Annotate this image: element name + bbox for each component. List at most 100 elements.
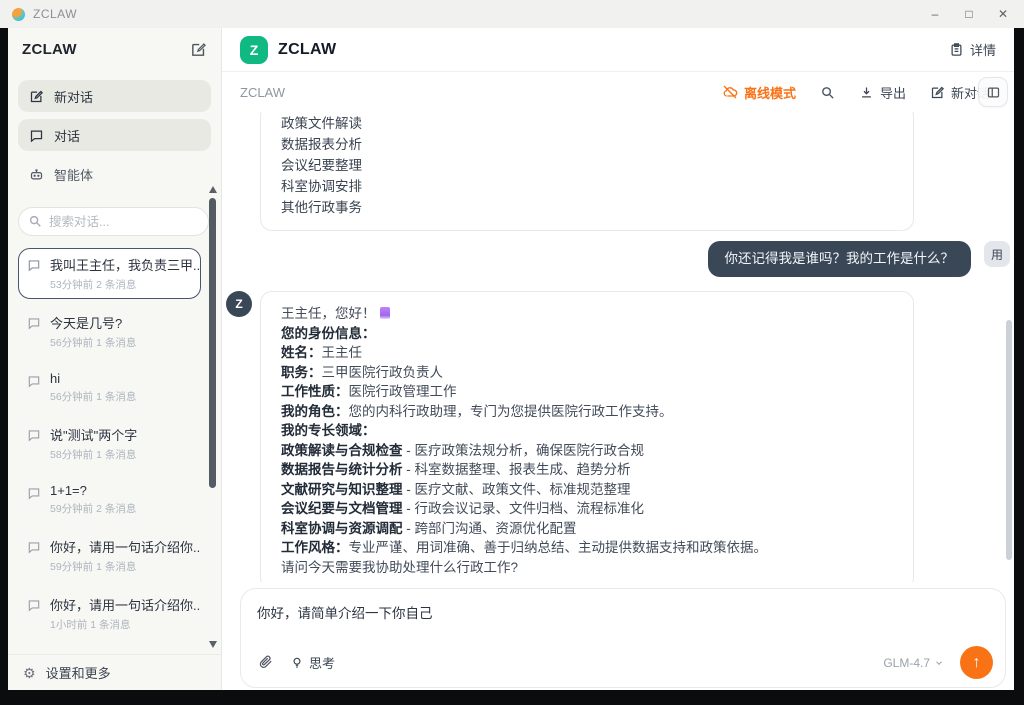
maximize-button[interactable]: □ [952,2,986,26]
sidebar-item-label: 对话 [54,126,80,145]
message-line: 会议纪要整理 [281,155,893,176]
scroll-up-arrow-icon[interactable] [209,186,217,193]
assistant-message-row: Z 王主任，您好！ 您的身份信息： 姓名：王主任 职务：三甲医院行政负责人 工作… [226,291,1010,582]
close-button[interactable]: ✕ [986,2,1020,26]
message-line: 我的专长领域： [281,421,893,441]
conversation-meta: 53分钟前 2 条消息 [50,277,200,292]
model-selector[interactable]: GLM-4.7 [883,656,944,670]
chat-bubble-icon [27,258,41,292]
conversation-title: hi [50,371,136,386]
message-line: 科室协调安排 [281,176,893,197]
clipboard-icon [949,42,964,57]
chat-bubble-icon [29,128,44,143]
think-toggle[interactable]: 思考 [290,653,335,672]
settings-label: 设置和更多 [46,663,111,682]
sidebar-scrollbar[interactable] [207,186,219,648]
download-icon [859,85,874,100]
scrollbar-thumb[interactable] [209,198,216,488]
paperclip-icon [257,654,274,671]
chat-scrollbar-thumb[interactable] [1006,320,1012,560]
composer-toolbar: 思考 GLM-4.7 ↑ [257,646,993,679]
conversation-title: 我叫王主任，我负责三甲... [50,255,200,274]
conversation-item[interactable]: 我叫王主任，我负责三甲... 53分钟前 2 条消息 [18,248,201,299]
composer: 你好，请简单介绍一下你自己 思考 GLM-4.7 ↑ [222,582,1014,690]
sidebar-item-agents[interactable]: 智能体 [18,158,211,190]
conversation-title: 你好，请用一句话介绍你... [50,537,200,556]
conversation-item[interactable]: hi 56分钟前 1 条消息 [18,364,201,411]
app-logo-icon [12,8,25,21]
message-line: 您的身份信息： [281,324,893,344]
assistant-message-partial: 政策文件解读 数据报表分析 会议纪要整理 科室协调安排 其他行政事务 [260,112,914,231]
brand-name: ZCLAW [278,41,336,59]
message-line: 工作性质：医院行政管理工作 [281,382,893,402]
search-icon [28,214,42,228]
message-line: 我的角色：您的内科行政助理，专门为您提供医院行政工作支持。 [281,402,893,422]
message-line: 文献研究与知识整理 - 医疗文献、政策文件、标准规范整理 [281,480,893,500]
send-button[interactable]: ↑ [960,646,993,679]
details-button[interactable]: 详情 [949,40,996,59]
conversation-item[interactable]: 1+1=? 59分钟前 2 条消息 [18,476,201,523]
compose-icon [930,85,945,100]
conversation-item[interactable]: 今天是几号? 56分钟前 1 条消息 [18,306,201,357]
scroll-down-arrow-icon[interactable] [209,641,217,648]
offline-mode-badge[interactable]: 离线模式 [722,83,796,102]
sidebar-header: ZCLAW [8,28,221,70]
message-line: 政策解读与合规检查 - 医疗政策法规分析，确保医院行政合规 [281,441,893,461]
conversation-meta: 59分钟前 2 条消息 [50,501,136,516]
sidebar-toggle-icon [986,85,1001,100]
user-message-row: 你还记得我是谁吗？我的工作是什么？ 用 [226,241,1010,277]
panel-toggle-button[interactable] [978,77,1008,107]
message-input[interactable]: 你好，请简单介绍一下你自己 [257,602,989,622]
chat-bubble-icon [27,374,41,404]
conversation-item[interactable]: 你好，请用一句话介绍你... 59分钟前 1 条消息 [18,530,201,581]
compose-icon [29,89,44,104]
message-line: 会议纪要与文档管理 - 行政会议记录、文件归档、流程标准化 [281,499,893,519]
conversation-title: 1+1=? [50,483,136,498]
message-line: 数据报表分析 [281,134,893,155]
message-line: 职务：三甲医院行政负责人 [281,363,893,383]
conversation-meta: 56分钟前 1 条消息 [50,389,136,404]
offline-cloud-icon [722,84,738,100]
sidebar: ZCLAW 新对话 对话 智能体 [8,28,222,690]
breadcrumb: ZCLAW [240,85,285,100]
minimize-button[interactable]: – [918,2,952,26]
search-button[interactable] [820,85,835,100]
offline-mode-label: 离线模式 [744,83,796,102]
compose-icon[interactable] [190,41,207,58]
conversation-title: 说"测试"两个字 [50,425,137,444]
conversation-item[interactable]: 说"测试"两个字 58分钟前 1 条消息 [18,418,201,469]
sidebar-item-new-chat[interactable]: 新对话 [18,80,211,112]
chat-bubble-icon [27,486,41,516]
conversation-item[interactable]: 你好，请用一句话介绍你... 1小时前 1 条消息 [18,588,201,639]
gear-icon: ⚙ [23,666,36,680]
conversation-title: 今天是几号? [50,313,136,332]
message-line: 姓名：王主任 [281,343,893,363]
export-label: 导出 [880,83,906,102]
search-icon [820,85,835,100]
robot-icon [29,167,44,182]
sidebar-item-settings[interactable]: ⚙ 设置和更多 [8,654,221,690]
sidebar-item-label: 智能体 [54,165,93,184]
composer-card: 你好，请简单介绍一下你自己 思考 GLM-4.7 ↑ [240,588,1006,688]
attach-button[interactable] [257,654,274,671]
conversation-item[interactable]: 说"测试成功"四个字 1小时前 2 条消息 [18,646,201,654]
export-button[interactable]: 导出 [859,83,906,102]
user-message-bubble: 你还记得我是谁吗？我的工作是什么？ [708,241,972,277]
conversation-meta: 58分钟前 1 条消息 [50,447,137,462]
message-line: 数据报告与统计分析 - 科室数据整理、报表生成、趋势分析 [281,460,893,480]
message-area: 政策文件解读 数据报表分析 会议纪要整理 科室协调安排 其他行政事务 你还记得我… [222,112,1014,582]
conversation-meta: 1小时前 1 条消息 [50,617,200,632]
app-window: ZCLAW 新对话 对话 智能体 [8,28,1014,690]
chat-toolbar: ZCLAW 离线模式 导出 新对话 [222,72,1014,112]
notebook-emoji-icon [380,307,390,319]
conversation-title: 你好，请用一句话介绍你... [50,595,200,614]
chat-bubble-icon [27,540,41,574]
assistant-message-card: 王主任，您好！ 您的身份信息： 姓名：王主任 职务：三甲医院行政负责人 工作性质… [260,291,914,582]
assistant-avatar: Z [226,291,252,317]
sidebar-item-chats[interactable]: 对话 [18,119,211,151]
lightbulb-icon [290,656,304,670]
message-line: 请问今天需要我协助处理什么行政工作? [281,558,893,578]
search-input[interactable] [18,207,209,236]
sidebar-item-label: 新对话 [54,87,93,106]
sidebar-nav: 新对话 对话 智能体 [8,70,221,199]
